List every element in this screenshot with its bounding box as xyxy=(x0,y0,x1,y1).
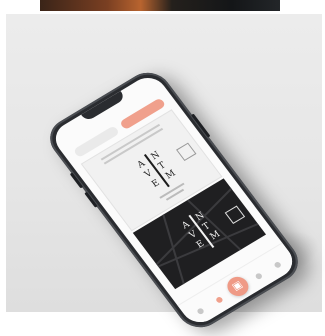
cropped-photo-strip xyxy=(40,0,280,11)
smartphone-mockup: A N V T E M A N V T E M ▣ xyxy=(41,64,307,336)
qr-icon[interactable]: ▣ xyxy=(223,273,253,300)
home-icon[interactable] xyxy=(196,307,205,316)
map-icon[interactable] xyxy=(254,272,264,281)
product-photo-background: A N V T E M A N V T E M ▣ xyxy=(6,14,325,336)
venue-logo-dark: A N V T E M xyxy=(180,210,223,251)
phone-screen: A N V T E M A N V T E M ▣ xyxy=(48,71,300,329)
ticket-side-mark xyxy=(224,205,246,224)
ticket-side-mark xyxy=(176,142,197,162)
profile-icon[interactable] xyxy=(273,260,283,269)
tickets-icon[interactable] xyxy=(215,295,224,304)
phone-notch xyxy=(81,90,126,122)
